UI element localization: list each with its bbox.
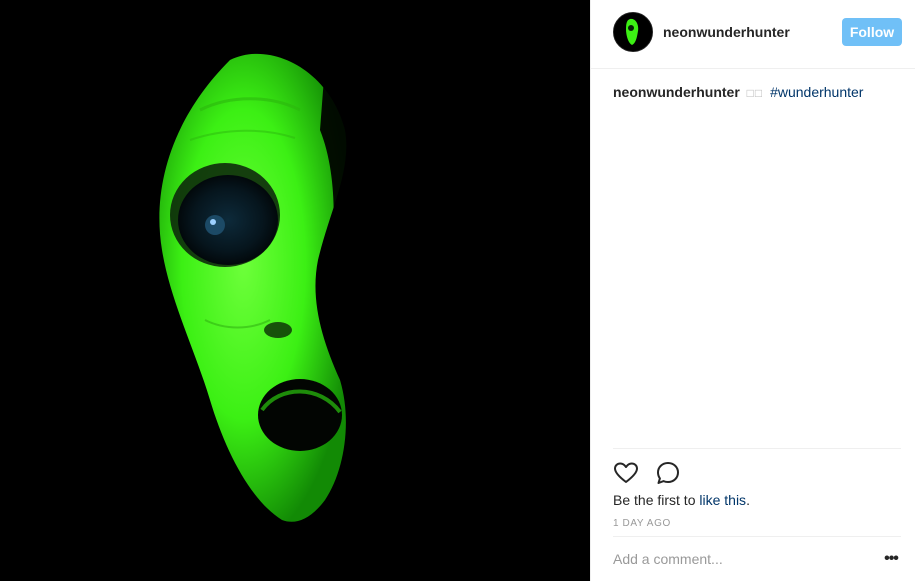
actions-divider	[613, 448, 901, 450]
avatar-icon	[614, 13, 652, 51]
post-container: neonwunderhunter Follow neonwunderhunter…	[0, 0, 915, 581]
post-image[interactable]	[0, 0, 590, 581]
heart-icon[interactable]	[613, 460, 639, 486]
action-icons	[613, 460, 681, 486]
avatar[interactable]	[613, 12, 653, 52]
comment-bubble-icon[interactable]	[655, 460, 681, 486]
likes-prefix: Be the first to	[613, 492, 700, 508]
post-caption: neonwunderhunter □□ #wunderhunter	[613, 83, 901, 102]
caption-emoji: □□	[746, 86, 764, 100]
header-username[interactable]: neonwunderhunter	[663, 24, 842, 40]
post-timestamp: 1 DAY AGO	[613, 518, 671, 529]
likes-suffix: .	[746, 492, 750, 508]
post-sidebar: neonwunderhunter Follow neonwunderhunter…	[590, 0, 915, 581]
more-options-button[interactable]: •••	[881, 549, 901, 569]
likes-text: Be the first to like this.	[613, 492, 750, 508]
eye-shape	[178, 175, 278, 265]
like-this-link[interactable]: like this	[699, 492, 746, 508]
neon-face-photo	[0, 0, 590, 581]
caption-hashtag-link[interactable]: #wunderhunter	[770, 84, 863, 100]
comment-bar: •••	[613, 536, 901, 581]
follow-button[interactable]: Follow	[842, 18, 902, 46]
post-header: neonwunderhunter Follow	[591, 0, 915, 69]
caption-username[interactable]: neonwunderhunter	[613, 84, 740, 100]
comment-input[interactable]	[613, 551, 881, 567]
